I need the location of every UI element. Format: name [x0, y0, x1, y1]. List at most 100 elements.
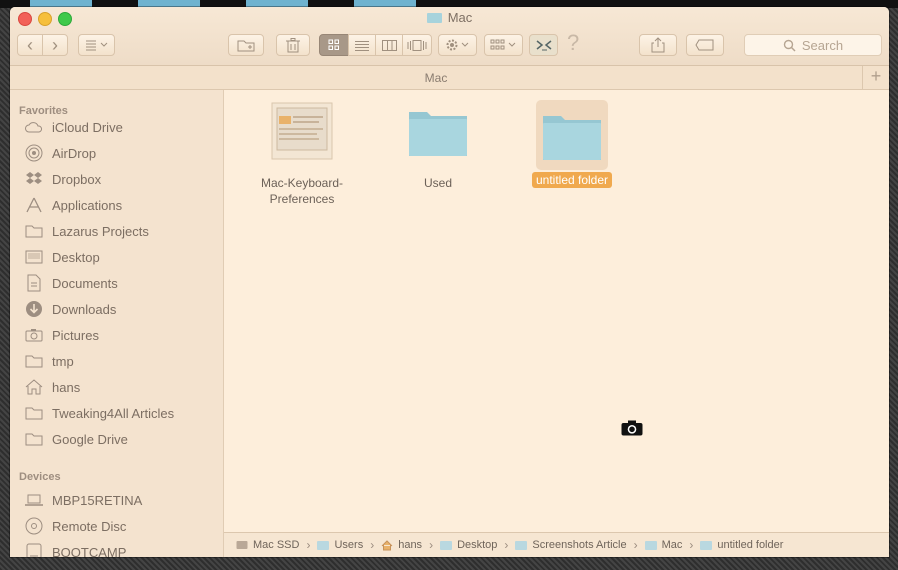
finder-window: Mac ‹ › ? Search Mac + Favorites iCloud … — [10, 7, 889, 557]
cloud-icon — [24, 118, 44, 136]
image-file-thumbnail-icon — [271, 102, 333, 160]
folder-icon — [440, 540, 453, 550]
sidebar-item-google-drive[interactable]: Google Drive — [24, 427, 128, 451]
airdrop-icon — [24, 144, 44, 162]
sidebar-item-dropbox[interactable]: Dropbox — [24, 167, 101, 191]
folder-icon — [24, 352, 44, 370]
chevron-right-icon: › — [504, 538, 509, 552]
screenshot-camera-icon — [621, 420, 643, 436]
file-icon-view: Mac-Keyboard- Preferences Used untitled — [224, 90, 889, 526]
trash-icon — [286, 37, 300, 52]
folder-icon — [24, 222, 44, 240]
path-segment-users[interactable]: Users — [317, 539, 363, 551]
sidebar-item-airdrop[interactable]: AirDrop — [24, 141, 96, 165]
share-icon — [651, 37, 665, 53]
sidebar-item-desktop[interactable]: Desktop — [24, 245, 100, 269]
icon-view-icon — [328, 39, 339, 50]
drive-icon — [236, 541, 248, 549]
home-icon — [381, 539, 393, 550]
arrange-button[interactable] — [78, 34, 115, 56]
folder-icon — [515, 540, 528, 550]
sidebar-item-applications[interactable]: Applications — [24, 193, 122, 217]
tab-header: Mac + — [10, 66, 889, 90]
disc-icon — [24, 517, 44, 535]
sidebar-item-documents[interactable]: Documents — [24, 271, 118, 295]
column-view-icon — [381, 39, 397, 51]
new-folder-icon — [237, 40, 255, 52]
tag-icon — [695, 39, 714, 51]
path-bar: Mac SSD › Users › hans › Desktop › Scree… — [224, 532, 889, 557]
forward-button[interactable]: › — [42, 34, 68, 56]
selection-highlight — [536, 100, 608, 170]
window-title: Mac — [10, 10, 889, 25]
nav-buttons: ‹ › — [17, 34, 68, 56]
icon-view-button[interactable] — [319, 34, 349, 56]
sidebar-item-tweaking4all-articles[interactable]: Tweaking4All Articles — [24, 401, 174, 425]
gear-icon — [446, 39, 468, 51]
folder-icon — [24, 430, 44, 448]
file-item-untitled-folder[interactable]: untitled folder — [502, 100, 642, 188]
list-view-button[interactable] — [348, 34, 376, 56]
help-icon[interactable]: ? — [567, 30, 579, 56]
trash-button[interactable] — [276, 34, 310, 56]
sidebar-item-tmp[interactable]: tmp — [24, 349, 74, 373]
path-segment-hans[interactable]: hans — [381, 539, 422, 551]
home-icon — [24, 378, 44, 396]
back-button[interactable]: ‹ — [17, 34, 43, 56]
sidebar-section-devices: Devices — [19, 471, 61, 483]
sidebar-item-remote-disc[interactable]: Remote Disc — [24, 514, 126, 538]
sidebar-item-icloud-drive[interactable]: iCloud Drive — [24, 115, 123, 139]
path-segment-desktop[interactable]: Desktop — [440, 539, 497, 551]
new-folder-button[interactable] — [228, 34, 264, 56]
view-mode-segment — [319, 34, 432, 56]
desktop-icon — [24, 248, 44, 266]
camera-icon — [24, 326, 44, 344]
search-icon — [783, 39, 796, 52]
chevron-right-icon: › — [429, 538, 434, 552]
file-name: untitled folder — [502, 172, 642, 188]
sidebar-item-mbp15retina[interactable]: MBP15RETINA — [24, 488, 142, 512]
path-segment-mac-ssd[interactable]: Mac SSD — [236, 539, 299, 551]
titlebar: Mac ‹ › ? Search — [10, 7, 889, 66]
path-segment-screenshots-article[interactable]: Screenshots Article — [515, 539, 627, 551]
path-segment-untitled-folder[interactable]: untitled folder — [700, 539, 783, 551]
folder-icon — [426, 13, 442, 23]
tags-button[interactable] — [686, 34, 724, 56]
coverflow-view-icon — [407, 39, 427, 51]
sidebar: Favorites iCloud Drive AirDrop Dropbox A… — [10, 90, 224, 557]
new-tab-button[interactable]: + — [862, 66, 889, 89]
documents-icon — [24, 274, 44, 292]
folder-icon — [24, 404, 44, 422]
search-field[interactable]: Search — [744, 34, 882, 56]
file-name: Used — [423, 176, 452, 190]
file-item-used[interactable]: Used — [368, 102, 508, 191]
folder-icon — [409, 112, 467, 156]
drive-icon — [24, 543, 44, 557]
sidebar-item-hans[interactable]: hans — [24, 375, 80, 399]
tab-title: Mac — [424, 71, 448, 85]
folder-icon — [317, 540, 330, 550]
downloads-icon — [24, 300, 44, 318]
chevron-right-icon: › — [633, 538, 638, 552]
folder-icon — [700, 540, 713, 550]
sidebar-item-lazarus-projects[interactable]: Lazarus Projects — [24, 219, 149, 243]
coverflow-view-button[interactable] — [402, 34, 432, 56]
dropbox-icon — [24, 170, 44, 188]
chevron-right-icon: › — [306, 538, 311, 552]
file-item-mac-keyboard-preferences[interactable]: Mac-Keyboard- Preferences — [232, 102, 372, 207]
column-view-button[interactable] — [375, 34, 403, 56]
chevron-right-icon: › — [370, 538, 375, 552]
applications-icon — [24, 196, 44, 214]
group-by-button[interactable] — [484, 34, 523, 56]
terminal-button[interactable] — [529, 34, 558, 56]
sidebar-item-downloads[interactable]: Downloads — [24, 297, 116, 321]
share-button[interactable] — [639, 34, 677, 56]
search-placeholder: Search — [801, 37, 844, 53]
laptop-icon — [24, 491, 44, 509]
path-segment-mac[interactable]: Mac — [644, 539, 682, 551]
sidebar-item-bootcamp[interactable]: BOOTCAMP — [24, 540, 126, 557]
group-icon — [490, 39, 515, 50]
sidebar-item-pictures[interactable]: Pictures — [24, 323, 99, 347]
file-name: Mac-Keyboard- Preferences — [260, 176, 344, 206]
action-menu-button[interactable] — [438, 34, 477, 56]
